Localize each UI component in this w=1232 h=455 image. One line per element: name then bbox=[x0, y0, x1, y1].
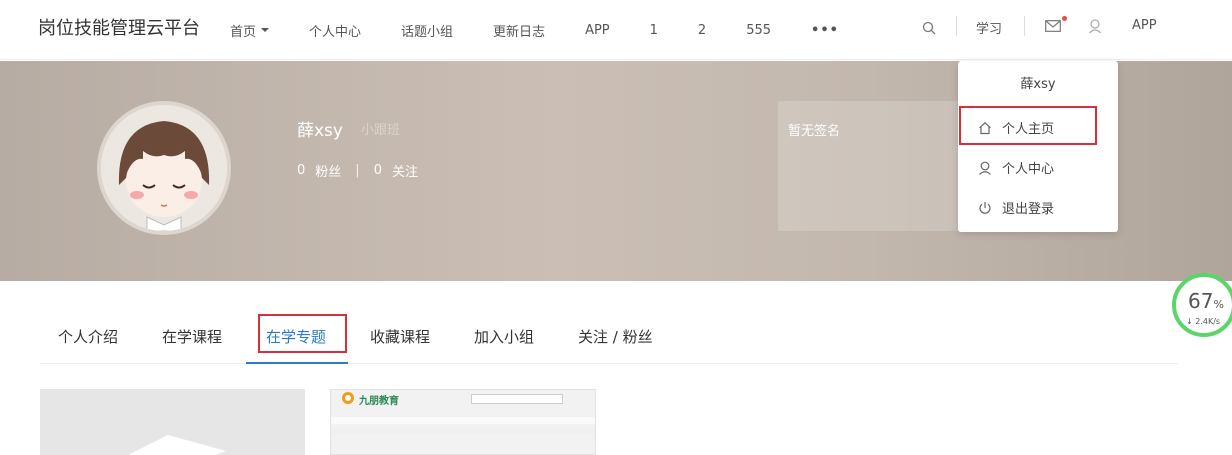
divider bbox=[956, 16, 957, 36]
tab-learning-courses[interactable]: 在学课程 bbox=[162, 326, 222, 347]
profile-tabs: 个人介绍 在学课程 在学专题 收藏课程 加入小组 关注 / 粉丝 bbox=[40, 314, 1178, 364]
divider bbox=[1024, 16, 1025, 36]
menu-item-personal-center[interactable]: 个人中心 bbox=[978, 158, 1054, 177]
signature-text: 暂无签名 bbox=[788, 124, 841, 139]
tab-follow-fans[interactable]: 关注 / 粉丝 bbox=[578, 326, 653, 347]
header-tools: 学习 APP bbox=[920, 0, 1232, 60]
card-logo-text: 九朋教育 bbox=[359, 396, 399, 407]
search-icon[interactable] bbox=[922, 21, 936, 35]
stats-separator: | bbox=[355, 163, 360, 178]
nav-item-555[interactable]: 555 bbox=[746, 23, 771, 38]
nav-changelog[interactable]: 更新日志 bbox=[493, 21, 545, 40]
nav-more-icon[interactable]: ••• bbox=[811, 23, 839, 38]
tab-joined-groups[interactable]: 加入小组 bbox=[474, 326, 534, 347]
profile-username: 薛xsy bbox=[297, 121, 343, 141]
avatar[interactable] bbox=[97, 101, 231, 235]
nav-home-label: 首页 bbox=[230, 24, 257, 40]
avatar-illustration bbox=[101, 105, 227, 231]
topic-card[interactable] bbox=[40, 389, 305, 455]
nav-item-2[interactable]: 2 bbox=[698, 23, 706, 38]
menu-item-personal-center-label: 个人中心 bbox=[1002, 162, 1055, 177]
network-speed-widget[interactable]: 67% ↓ 2.4K/s bbox=[1172, 273, 1232, 337]
user-icon[interactable] bbox=[1088, 19, 1102, 34]
nav-home[interactable]: 首页 bbox=[230, 21, 270, 40]
graduation-cap-icon bbox=[128, 435, 226, 455]
tab-favorite-courses[interactable]: 收藏课程 bbox=[370, 326, 430, 347]
study-link[interactable]: 学习 bbox=[976, 18, 1002, 37]
app-link[interactable]: APP bbox=[1132, 18, 1157, 33]
profile-stats: 0 粉丝 | 0 关注 bbox=[297, 161, 418, 180]
nav-personal-center[interactable]: 个人中心 bbox=[309, 21, 361, 40]
nav-app[interactable]: APP bbox=[585, 23, 610, 38]
dropdown-username: 薛xsy bbox=[1020, 77, 1056, 92]
top-navbar: 岗位技能管理云平台 首页 个人中心 话题小组 更新日志 APP 1 2 555 … bbox=[0, 0, 1232, 60]
tab-introduction[interactable]: 个人介绍 bbox=[58, 326, 118, 347]
menu-item-logout[interactable]: 退出登录 bbox=[978, 198, 1054, 217]
speed-rate: ↓ 2.4K/s bbox=[1186, 317, 1221, 326]
annotation-box-active-tab bbox=[258, 314, 347, 353]
topic-card[interactable]: 九朋教育 bbox=[330, 389, 596, 455]
follow-label[interactable]: 关注 bbox=[392, 161, 418, 180]
profile-level-badge: 小跟班 bbox=[361, 123, 401, 138]
user-dropdown-menu: 薛xsy 个人主页 个人中心 退出登录 bbox=[958, 61, 1118, 232]
menu-item-logout-label: 退出登录 bbox=[1002, 202, 1055, 217]
chevron-down-icon bbox=[261, 28, 270, 32]
unread-dot bbox=[1062, 16, 1067, 21]
nav-topic-group[interactable]: 话题小组 bbox=[401, 21, 453, 40]
fans-label[interactable]: 粉丝 bbox=[315, 161, 341, 180]
card-thumbnail-search bbox=[471, 394, 563, 404]
follow-count: 0 bbox=[373, 163, 382, 178]
mail-icon[interactable] bbox=[1045, 20, 1061, 32]
fans-count: 0 bbox=[297, 163, 306, 178]
annotation-box-homepage bbox=[959, 106, 1097, 145]
power-icon bbox=[979, 201, 991, 214]
speed-percent: 67% bbox=[1188, 289, 1224, 313]
logo-icon bbox=[342, 392, 354, 404]
card-thumbnail-row bbox=[331, 417, 595, 424]
nav-item-1[interactable]: 1 bbox=[650, 23, 658, 38]
brand-title[interactable]: 岗位技能管理云平台 bbox=[38, 14, 200, 40]
user-icon bbox=[979, 161, 991, 175]
active-tab-indicator bbox=[246, 362, 348, 364]
main-nav: 首页 个人中心 话题小组 更新日志 APP 1 2 555 ••• bbox=[230, 0, 879, 60]
signature-card: 暂无签名 bbox=[778, 101, 978, 231]
card-thumbnail-row bbox=[331, 428, 595, 434]
